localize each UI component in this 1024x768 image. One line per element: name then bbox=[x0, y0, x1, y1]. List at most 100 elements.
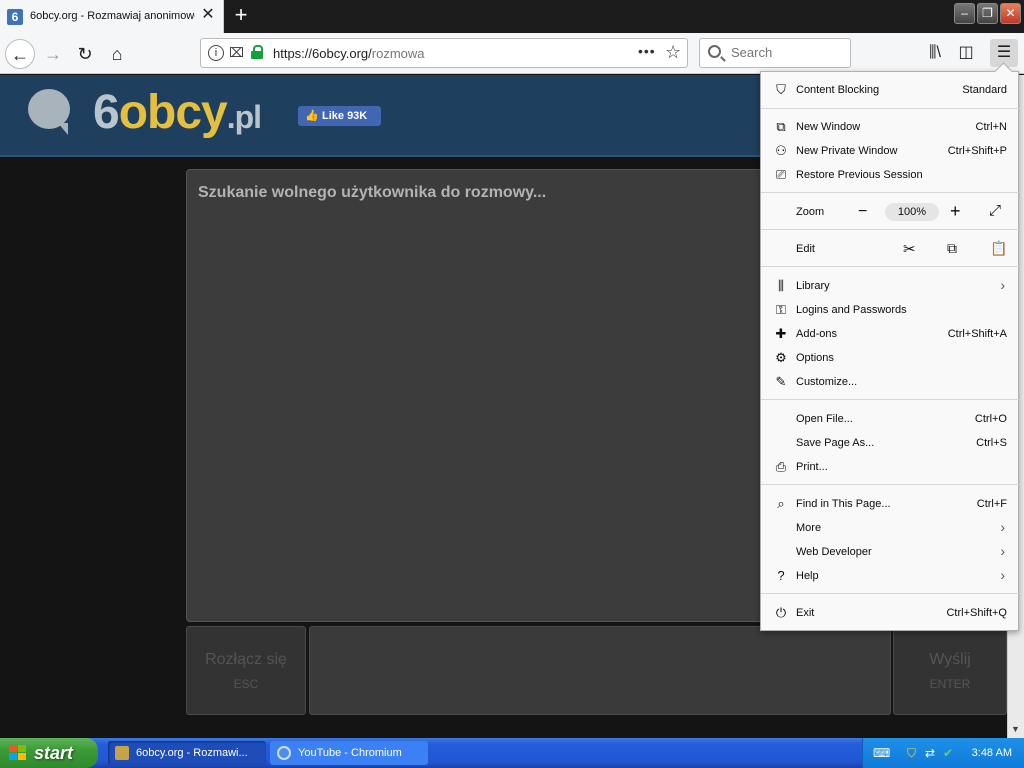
url-text[interactable]: https://6obcy.org/rozmowa bbox=[273, 46, 425, 61]
start-button[interactable]: start bbox=[0, 738, 98, 768]
close-window-button[interactable]: ✕ bbox=[1000, 3, 1021, 24]
menu-separator bbox=[761, 593, 1019, 594]
zoom-reset-button[interactable]: 100% bbox=[885, 203, 939, 221]
bookmark-star-icon[interactable]: ☆ bbox=[665, 42, 681, 63]
chevron-right-icon: › bbox=[1000, 277, 1005, 293]
taskbar-item-label: YouTube - Chromium bbox=[298, 747, 402, 759]
disconnect-key-hint: ESC bbox=[233, 677, 259, 691]
sidebar-icon[interactable]: ◫ bbox=[952, 39, 980, 67]
magnifier-icon: ⌕ bbox=[777, 496, 785, 511]
library-icon[interactable]: ⫼\ bbox=[921, 39, 949, 67]
network-icon[interactable]: ⇄ bbox=[925, 746, 935, 760]
page-actions-icon[interactable]: ••• bbox=[638, 43, 656, 59]
tab-title: 6obcy.org - Rozmawiaj anonimowo bbox=[30, 10, 195, 22]
menu-separator bbox=[761, 108, 1019, 109]
facebook-like-button[interactable]: Like 93K bbox=[298, 106, 381, 126]
menu-item-help[interactable]: ? Help › bbox=[761, 564, 1019, 588]
site-favicon-icon: 6 bbox=[7, 9, 23, 25]
clock[interactable]: 3:48 AM bbox=[972, 747, 1012, 759]
menu-item-shortcut: Ctrl+F bbox=[976, 498, 1007, 510]
menu-separator bbox=[761, 192, 1019, 193]
menu-item-library[interactable]: ⫼ Library › bbox=[761, 274, 1019, 298]
new-tab-button[interactable]: + bbox=[230, 4, 252, 26]
menu-item-label: Options bbox=[796, 352, 834, 364]
menu-item-options[interactable]: ⚙ Options bbox=[761, 346, 1019, 370]
menu-item-label: Help bbox=[796, 570, 819, 582]
chevron-right-icon: › bbox=[1000, 567, 1005, 583]
start-label: start bbox=[34, 743, 74, 763]
menu-item-find[interactable]: ⌕ Find in This Page... Ctrl+F bbox=[761, 492, 1019, 516]
minimize-button[interactable]: ‒ bbox=[954, 3, 975, 24]
send-label: Wyślij bbox=[929, 651, 971, 668]
menu-item-more[interactable]: More › bbox=[761, 516, 1019, 540]
zoom-in-icon[interactable]: + bbox=[950, 202, 961, 220]
search-bar[interactable] bbox=[699, 38, 851, 68]
menu-item-new-private-window[interactable]: ⚇ New Private Window Ctrl+Shift+P bbox=[761, 139, 1019, 163]
puzzle-icon: ✚ bbox=[775, 326, 787, 341]
menu-separator bbox=[761, 484, 1019, 485]
menu-item-shortcut: Ctrl+Shift+P bbox=[947, 145, 1007, 157]
lock-icon[interactable] bbox=[251, 45, 263, 59]
maximize-button[interactable]: ❐ bbox=[977, 3, 998, 24]
logo-tld: .pl bbox=[226, 99, 262, 135]
permissions-icon[interactable]: ⌧ bbox=[229, 45, 244, 61]
disconnect-button[interactable]: Rozłącz się ESC bbox=[186, 626, 306, 715]
library-icon: ⫼ bbox=[778, 278, 784, 293]
tab-strip: 6 6obcy.org - Rozmawiaj anonimowo ✕ + ‒ … bbox=[0, 0, 1024, 33]
back-button[interactable]: ← bbox=[5, 39, 35, 69]
send-button[interactable]: Wyślij ENTER bbox=[893, 626, 1007, 715]
menu-item-content-blocking[interactable]: ⛉ Content Blocking Standard bbox=[761, 78, 1019, 102]
close-tab-icon[interactable]: ✕ bbox=[200, 7, 216, 23]
menu-item-logins[interactable]: ⚿ Logins and Passwords bbox=[761, 298, 1019, 322]
menu-item-addons[interactable]: ✚ Add-ons Ctrl+Shift+A bbox=[761, 322, 1019, 346]
tab-6obcy[interactable]: 6 6obcy.org - Rozmawiaj anonimowo ✕ bbox=[0, 0, 224, 33]
site-logo[interactable]: 6obcy.pl bbox=[93, 85, 262, 140]
scroll-down-arrow-icon[interactable]: ▼ bbox=[1011, 724, 1020, 734]
fullscreen-icon[interactable]: ⤢ bbox=[989, 203, 1001, 218]
taskbar-item-chromium[interactable]: YouTube - Chromium bbox=[270, 741, 428, 765]
menu-item-new-window[interactable]: ⧉ New Window Ctrl+N bbox=[761, 115, 1019, 139]
message-input[interactable] bbox=[309, 626, 891, 715]
edit-label: Edit bbox=[796, 243, 815, 255]
url-path: rozmowa bbox=[371, 46, 425, 61]
menu-item-customize[interactable]: ✎ Customize... bbox=[761, 370, 1019, 394]
zoom-out-icon[interactable]: − bbox=[858, 204, 867, 220]
keyboard-icon[interactable]: ⌨ bbox=[873, 746, 890, 760]
menu-item-restore-session[interactable]: ⎚ Restore Previous Session bbox=[761, 163, 1019, 187]
forward-button[interactable]: → bbox=[38, 39, 68, 69]
menu-item-edit: Edit ✂ ⧉ 📋 bbox=[761, 237, 1019, 261]
copy-icon[interactable]: ⧉ bbox=[947, 240, 957, 257]
chat-bubble-logo-icon bbox=[28, 89, 70, 135]
update-icon[interactable]: ✔ bbox=[943, 746, 953, 760]
menu-item-label: Add-ons bbox=[796, 328, 837, 340]
menu-item-label: Content Blocking bbox=[796, 84, 880, 96]
site-info-icon[interactable]: i bbox=[208, 45, 224, 61]
firefox-app-icon bbox=[115, 746, 129, 760]
menu-item-print[interactable]: ⎙ Print... bbox=[761, 455, 1019, 479]
paste-icon[interactable]: 📋 bbox=[990, 240, 1007, 257]
menu-item-open-file[interactable]: Open File... Ctrl+O bbox=[761, 407, 1019, 431]
reload-button[interactable]: ↻ bbox=[70, 39, 100, 69]
menu-item-shortcut: Ctrl+N bbox=[975, 121, 1007, 133]
taskbar-item-firefox[interactable]: 6obcy.org - Rozmawi... bbox=[108, 741, 266, 765]
new-window-icon: ⧉ bbox=[776, 119, 786, 134]
search-input[interactable] bbox=[731, 45, 841, 60]
menu-item-label: Find in This Page... bbox=[796, 498, 891, 510]
menu-item-exit[interactable]: ⏻ Exit Ctrl+Shift+Q bbox=[761, 601, 1019, 625]
menu-item-shortcut: Ctrl+O bbox=[974, 413, 1007, 425]
menu-item-label: Print... bbox=[796, 461, 828, 473]
menu-item-label: Save Page As... bbox=[796, 437, 875, 449]
menu-item-label: New Window bbox=[796, 121, 861, 133]
cut-icon[interactable]: ✂ bbox=[903, 240, 916, 258]
menu-item-web-developer[interactable]: Web Developer › bbox=[761, 540, 1019, 564]
taskbar-item-label: 6obcy.org - Rozmawi... bbox=[136, 747, 248, 759]
security-shield-icon[interactable]: ⛉ bbox=[907, 746, 916, 761]
url-bar[interactable]: i ⌧ https://6obcy.org/rozmowa ••• ☆ bbox=[200, 38, 688, 68]
shield-icon: ⛉ bbox=[776, 82, 786, 97]
printer-icon: ⎙ bbox=[775, 459, 787, 474]
menu-item-label: Customize... bbox=[796, 376, 858, 388]
home-button[interactable]: ⌂ bbox=[102, 39, 132, 69]
menu-item-save-page[interactable]: Save Page As... Ctrl+S bbox=[761, 431, 1019, 455]
logo-digit: 6 bbox=[93, 86, 120, 139]
menu-item-label: Logins and Passwords bbox=[796, 304, 907, 316]
